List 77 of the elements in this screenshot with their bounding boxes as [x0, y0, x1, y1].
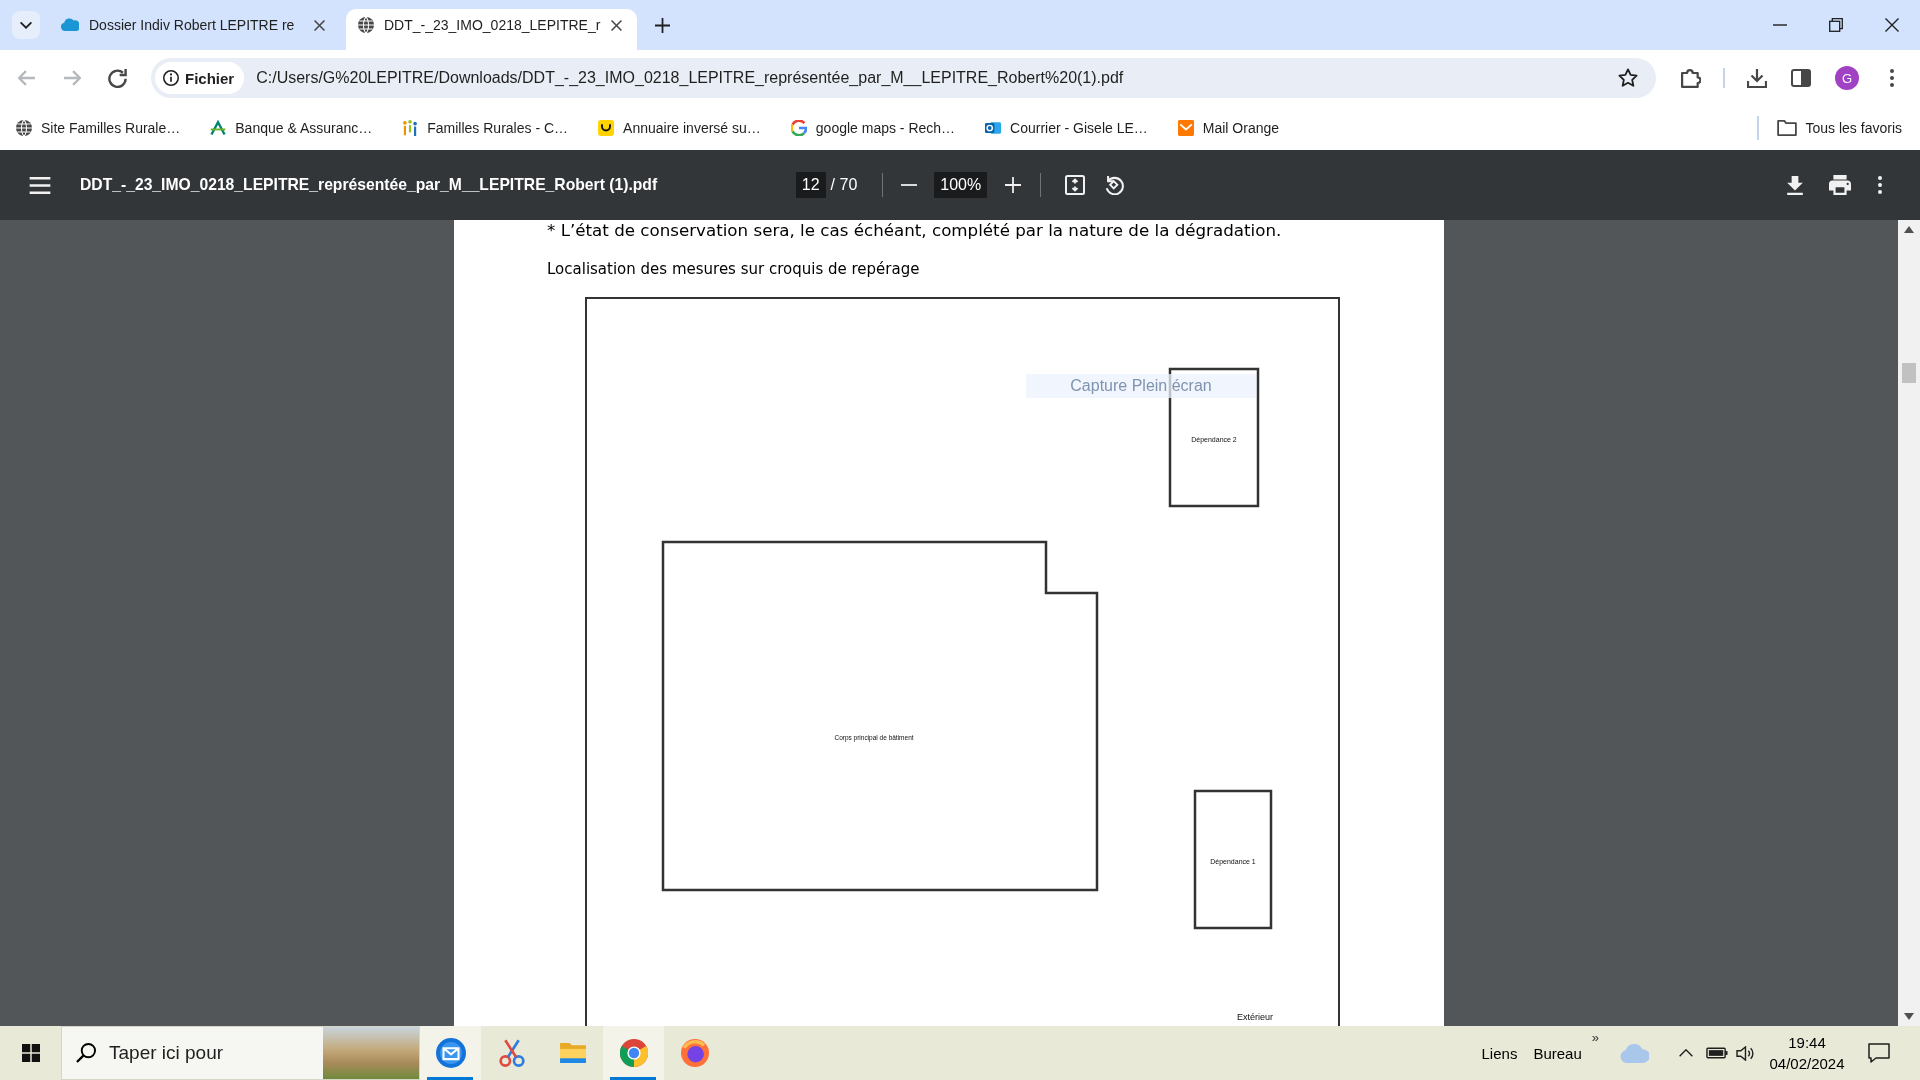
smiley-tile-icon	[598, 120, 615, 136]
taskbar-toolbar-link[interactable]: Liens	[1481, 1044, 1518, 1062]
bookmark-item[interactable]: google maps - Rech…	[790, 120, 956, 136]
reload-icon[interactable]	[108, 68, 127, 88]
cloud-icon	[61, 18, 79, 32]
download-icon[interactable]	[1747, 68, 1767, 88]
menu-icon[interactable]	[1878, 176, 1882, 194]
close-icon[interactable]	[1885, 18, 1899, 32]
address-bar[interactable]: Fichier C:/Users/G%20LEPITRE/Downloads/DDT_-_23_IMO_0218_LEPITRE_représentée_par_M__LEPITRE_Robert%20(1).pdf	[151, 58, 1656, 98]
site-info-chip[interactable]: Fichier	[155, 62, 245, 94]
tab-list-button[interactable]	[12, 11, 40, 39]
url-text: C:/Users/G%20LEPITRE/Downloads/DDT_-_23_IMO_0218_LEPITRE_représentée_par_M__LEPITRE_Robert%20(1).pdf	[256, 69, 1125, 87]
page-number-field[interactable]: 12	[795, 172, 826, 198]
plus-icon[interactable]	[655, 18, 670, 33]
profile-avatar[interactable]: G	[1835, 66, 1859, 90]
bookmark-item[interactable]: Banque & Assuranc…	[210, 120, 373, 136]
envelope-tile-icon	[1177, 120, 1194, 136]
footnote-text: * L’état de conservation sera, le cas échéant, complété par la nature de la dégradation.	[547, 220, 1282, 240]
scroll-down-arrow-icon[interactable]	[1904, 1013, 1914, 1020]
zoom-level-field[interactable]: 100%	[934, 172, 988, 198]
menu-icon[interactable]	[1890, 69, 1894, 87]
zoom-in-icon[interactable]	[1005, 177, 1022, 193]
figures-logo-icon	[402, 120, 419, 136]
document-title: DDT_-_23_IMO_0218_LEPITRE_représentée_par_M__LEPITRE_Robert (1).pdf	[80, 176, 658, 194]
segmented-circle-icon	[619, 1039, 648, 1067]
clock-time[interactable]: 19:44	[1788, 1032, 1826, 1053]
download-icon[interactable]	[1787, 175, 1803, 195]
browser-tab[interactable]: Dossier Indiv Robert LEPITRE re	[49, 9, 340, 50]
search-icon	[76, 1043, 96, 1063]
clock-date[interactable]: 04/02/2024	[1769, 1053, 1845, 1074]
chevron-down-icon	[20, 21, 32, 29]
page-count-text: / 70	[830, 176, 858, 194]
all-bookmarks-button[interactable]: Tous les favoris	[1776, 120, 1902, 136]
bookmark-item[interactable]: Mail Orange	[1177, 120, 1280, 136]
bookmark-item[interactable]: Site Familles Rurale…	[16, 120, 181, 136]
exterior-label: Extérieur	[1237, 1012, 1273, 1023]
star-icon[interactable]	[1618, 68, 1638, 88]
windows-logo-icon[interactable]	[21, 1044, 40, 1062]
side-panel-icon[interactable]	[1791, 69, 1811, 87]
print-icon[interactable]	[1829, 175, 1851, 195]
folder-icon	[1776, 120, 1797, 136]
search-input[interactable]: Taper ici pour	[109, 1042, 323, 1064]
toolbar-overflow-chevron[interactable]: »	[1591, 1030, 1599, 1045]
globe-icon	[358, 17, 374, 33]
rotate-icon[interactable]	[1104, 175, 1125, 195]
scroll-up-arrow-icon[interactable]	[1904, 226, 1914, 233]
capture-tooltip: Capture Plein écran	[1026, 374, 1256, 398]
restore-icon[interactable]	[1829, 18, 1843, 32]
fit-page-icon[interactable]	[1065, 175, 1086, 195]
envelope-circle-icon	[435, 1038, 466, 1068]
close-icon[interactable]	[611, 19, 622, 31]
browser-tab[interactable]: DDT_-_23_IMO_0218_LEPITRE_r	[346, 9, 637, 50]
speech-bubble-icon[interactable]	[1868, 1043, 1890, 1063]
taskbar-app-button[interactable]	[603, 1026, 664, 1080]
scrollbar-thumb[interactable]	[1902, 363, 1916, 383]
sketch-caption: Localisation des mesures sur croquis de repérage	[547, 260, 920, 278]
menu-icon[interactable]	[29, 176, 51, 194]
taskbar-search-bar[interactable]: Taper ici pour	[61, 1026, 420, 1080]
scrollbar-track[interactable]	[1898, 220, 1920, 1026]
bookmark-item[interactable]: Familles Rurales - C…	[402, 120, 569, 136]
speaker-icon[interactable]	[1736, 1045, 1754, 1061]
taskbar-toolbar-link[interactable]: Bureau	[1533, 1044, 1582, 1062]
folder-icon	[559, 1043, 586, 1063]
triangle-logo-icon	[210, 120, 227, 136]
ring-tile-icon	[985, 120, 1002, 136]
flame-circle-icon	[680, 1039, 709, 1067]
caret-up-icon[interactable]	[1679, 1049, 1693, 1057]
bookmark-item[interactable]: Courrier - Gisele LE…	[985, 120, 1148, 136]
battery-icon[interactable]	[1706, 1047, 1728, 1059]
close-icon[interactable]	[314, 19, 325, 31]
puzzle-piece-icon[interactable]	[1681, 68, 1701, 88]
taskbar-app-button[interactable]	[420, 1026, 481, 1080]
segmented-ring-icon	[790, 120, 807, 136]
globe-icon	[16, 120, 32, 136]
bookmark-item[interactable]: Annuaire inversé su…	[598, 120, 761, 136]
info-icon	[163, 70, 179, 86]
scissors-icon	[497, 1039, 526, 1067]
